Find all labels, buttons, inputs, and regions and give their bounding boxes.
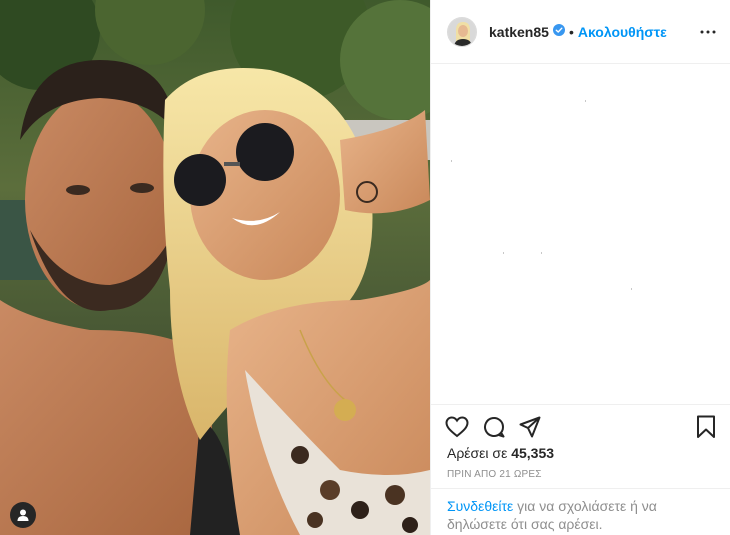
login-link[interactable]: Συνδεθείτε	[447, 498, 513, 514]
comments-area	[431, 64, 730, 404]
verified-badge-icon	[552, 23, 565, 41]
likes-prefix: Αρέσει σε	[447, 445, 512, 461]
comment-icon[interactable]	[483, 416, 505, 438]
likes-count[interactable]: Αρέσει σε 45,353	[431, 445, 730, 461]
photo-of-couple	[0, 0, 430, 535]
action-bar	[431, 405, 730, 449]
post-photo[interactable]	[0, 0, 430, 535]
heart-icon[interactable]	[445, 416, 469, 438]
follow-button[interactable]: Ακολουθήστε	[578, 24, 667, 40]
speck	[631, 288, 632, 290]
speck	[585, 100, 586, 102]
share-icon[interactable]	[519, 416, 541, 438]
speck	[451, 160, 452, 162]
actions-section: Αρέσει σε 45,353 ΠΡΙΝ ΑΠΟ 21 ΩΡΕΣ	[431, 404, 730, 480]
speck	[503, 252, 504, 254]
post-panel: katken85 • Ακολουθήστε Αρέσει σε 45,353 …	[430, 0, 730, 535]
login-prompt: Συνδεθείτε για να σχολιάσετε ή να δηλώσε…	[431, 488, 730, 533]
username-link[interactable]: katken85	[489, 24, 549, 40]
avatar[interactable]	[447, 16, 477, 47]
post-timestamp[interactable]: ΠΡΙΝ ΑΠΟ 21 ΩΡΕΣ	[431, 469, 730, 480]
post-header: katken85 • Ακολουθήστε	[431, 0, 730, 64]
more-options-icon[interactable]	[700, 30, 716, 34]
header-separator: •	[568, 23, 574, 40]
bookmark-icon[interactable]	[696, 415, 716, 439]
person-tag-icon[interactable]	[10, 502, 36, 528]
speck	[541, 252, 542, 254]
likes-number: 45,353	[511, 445, 555, 461]
